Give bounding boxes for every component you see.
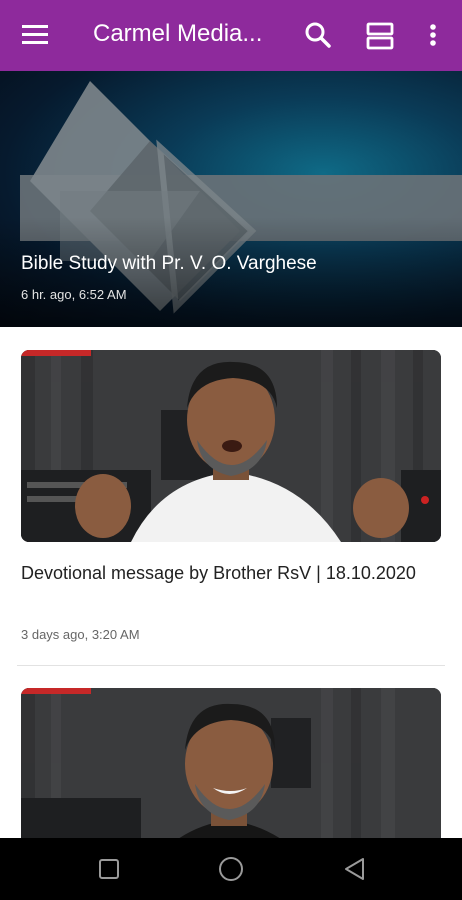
featured-video-card[interactable]: Bible Study with Pr. V. O. Varghese 6 hr… [0,71,462,327]
video-thumbnail [21,350,441,542]
home-icon[interactable] [216,854,246,884]
video-thumbnail [21,688,441,838]
video-title: Devotional message by Brother RsV | 18.1… [21,563,416,583]
back-icon[interactable] [340,854,370,884]
video-time: 3 days ago, 3:20 AM [21,627,140,642]
featured-video-time: 6 hr. ago, 6:52 AM [21,287,127,302]
more-vert-icon[interactable] [420,20,446,52]
recents-icon[interactable] [94,854,124,884]
feed-divider [17,665,445,666]
search-icon[interactable] [302,20,334,52]
featured-video-title: Bible Study with Pr. V. O. Varghese [21,253,317,274]
system-nav-bar [0,838,462,900]
app-bar: Carmel Media... [0,0,462,71]
menu-icon[interactable] [20,20,54,50]
view-layout-icon[interactable] [364,20,396,52]
video-card[interactable] [0,667,462,838]
video-card[interactable]: Devotional message by Brother RsV | 18.1… [0,327,462,667]
app-title: Carmel Media... [93,20,263,47]
